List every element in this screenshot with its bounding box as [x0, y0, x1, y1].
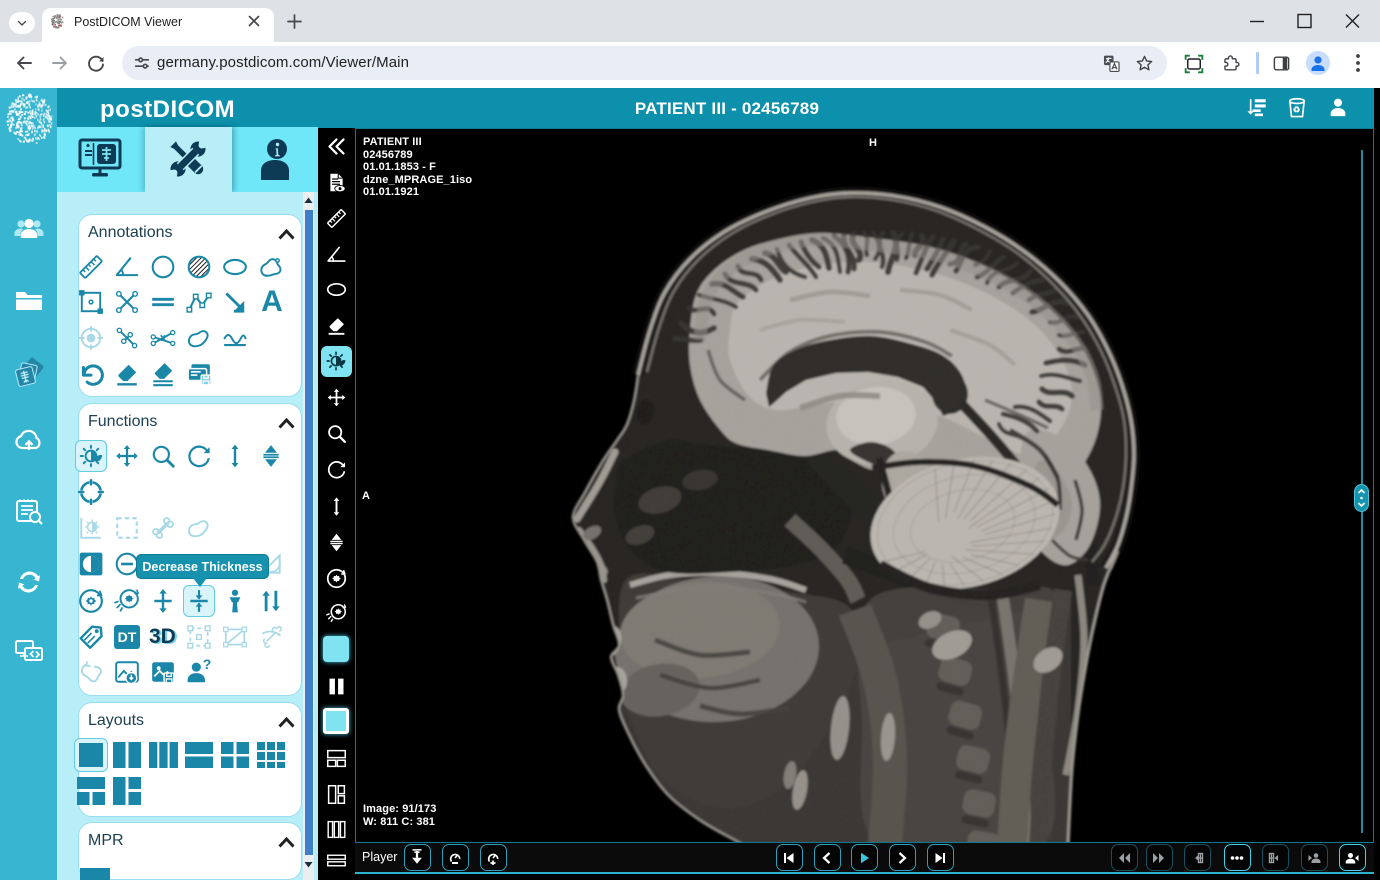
svg-text:♻: ♻ [1293, 106, 1300, 115]
